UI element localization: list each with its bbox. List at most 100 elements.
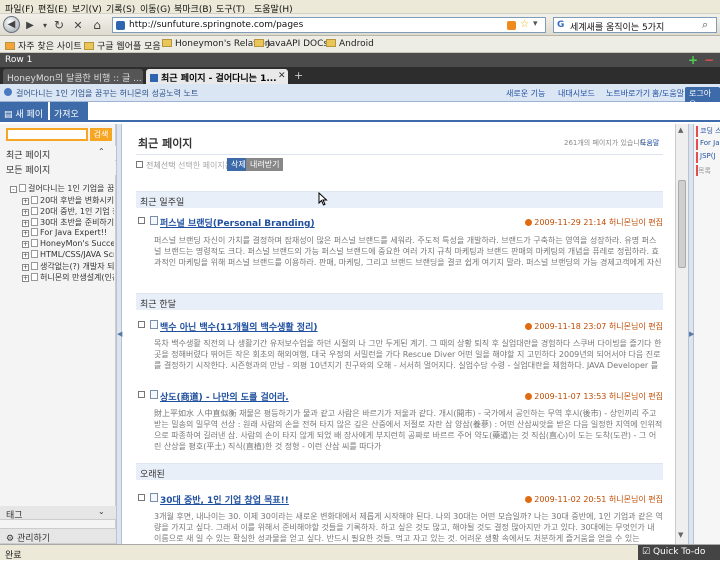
entry-title-link[interactable]: 퍼스널 브랜딩(Personal Branding) (160, 216, 315, 229)
left-collapse-bar[interactable]: ◀ (116, 124, 122, 544)
import-button[interactable]: 가져오기 (50, 102, 88, 133)
manage-link[interactable]: ⚙ 관리하기 (0, 528, 116, 544)
scroll-down-icon[interactable]: ▼ (678, 531, 683, 539)
expand-tree-icon[interactable]: + (22, 275, 29, 282)
entry-meta: 2009-11-18 23:07 허니몬님이 편집 (504, 321, 663, 332)
tab-honeymon-blog[interactable]: HoneyMon의 달콤한 비행 :: 글 ... (3, 69, 143, 84)
tree-item-label: 30대 초반을 준비하기 (40, 218, 114, 227)
scroll-up-icon[interactable]: ▲ (678, 126, 683, 134)
home-icon[interactable]: ⌂ (90, 18, 104, 32)
address-bar[interactable]: http://sunfuture.springnote.com/pages ☆ … (112, 17, 546, 33)
all-pages-header[interactable]: 모든 페이지 (0, 161, 116, 176)
close-tab-icon[interactable]: ✕ (278, 71, 286, 81)
reload-icon[interactable]: ↻ (52, 18, 66, 32)
rss-icon[interactable] (507, 21, 516, 30)
entry-checkbox[interactable] (138, 321, 145, 328)
right-list-item[interactable]: For Ja (696, 139, 720, 150)
back-arrow-icon[interactable]: ◀ (3, 16, 20, 33)
entry-title-link[interactable]: 상도(商道) - 나만의 도를 걸어라. (160, 390, 289, 403)
main-scrollbar[interactable]: ▲ ▼ (675, 124, 688, 544)
manage-label: 관리하기 (16, 534, 51, 544)
link-note-shortcut[interactable]: 노트바로가기 (606, 88, 650, 99)
link-new-features[interactable]: 새로운 기능 (506, 88, 545, 99)
folder-icon (84, 42, 94, 50)
tree-item[interactable]: + For Java Expert!! (22, 228, 114, 237)
select-all-label: 전체선택 (146, 161, 176, 170)
star-folder-icon (5, 42, 15, 50)
tree-item[interactable]: + 생각없는(?) 개발자 되기 (22, 261, 114, 272)
collapse-icon[interactable]: ⌃ (98, 147, 105, 156)
page-icon (31, 196, 38, 204)
entry-excerpt: 3개월 후면, 내나이는 30. 이제 30이라는 새로운 변화대에서 제롭게 … (154, 512, 663, 543)
bookmark-android[interactable]: Android (326, 39, 374, 49)
expand-tree-icon[interactable]: + (22, 230, 29, 237)
expand-tree-icon[interactable]: + (22, 198, 29, 205)
right-list-footer[interactable]: 목록 (698, 166, 711, 176)
remove-icon[interactable]: − (704, 53, 714, 67)
entry-title-link[interactable]: 백수 아닌 백수(11개월의 백수생활 정리) (160, 320, 318, 333)
new-page-button[interactable]: ▤ 새 페이지 (0, 102, 48, 133)
bookmark-most-visited[interactable]: 자주 찾은 사이트 (5, 39, 82, 52)
tags-label: 태그 (6, 511, 23, 521)
expand-tree-icon[interactable]: + (22, 252, 29, 259)
entry-meta-text: 2009-11-07 13:53 허니몬님이 편집 (534, 392, 663, 401)
tree-item[interactable]: +20대 중반, 1인 기업 창 (22, 206, 114, 217)
collapse-tree-icon[interactable]: - (10, 186, 17, 193)
section-header: 최근 일주일 (136, 191, 663, 208)
entry-checkbox[interactable] (138, 391, 145, 398)
sidebar-search-button[interactable]: 검색 (90, 128, 112, 141)
stop-icon[interactable]: ✕ (71, 18, 85, 32)
add-icon[interactable]: + (688, 53, 698, 67)
entry-excerpt: 財上平如水 人中直似衡 재물은 평등하기가 물과 같고 사람은 바르기가 저울과… (154, 409, 663, 451)
entry-checkbox[interactable] (138, 217, 145, 224)
link-home-help[interactable]: 홈/도움말 (652, 88, 684, 99)
right-list-item[interactable]: 코딩 스 (696, 126, 720, 137)
expand-tree-icon[interactable]: + (22, 264, 29, 271)
tree-item[interactable]: +20대 후반을 변화시키는 (22, 195, 114, 206)
tree-item-root[interactable]: - 걸어다니는 1인 기업을 꿈꾸 (10, 183, 114, 194)
row-label: Row 1 (5, 55, 33, 65)
bookmark-google-apps[interactable]: 구글 웹어플 모음 (84, 39, 161, 52)
status-text: 완료 (5, 551, 22, 561)
tab-recent-pages[interactable]: 최근 페이지 - 걸어다니는 1... (146, 69, 288, 84)
expand-tree-icon[interactable]: + (22, 209, 29, 216)
quick-todo-button[interactable]: ☑ Quick To-do (638, 545, 720, 560)
expand-tree-icon[interactable]: + (22, 220, 29, 227)
bookmark-star-icon[interactable]: ☆ (520, 19, 529, 30)
left-sidebar: 검색 최근 페이지 ⌃ 모든 페이지 - 걸어다니는 1인 기업을 꿈꾸 +20대… (0, 124, 116, 544)
site-favicon-icon (150, 74, 158, 82)
new-tab-icon[interactable]: + (294, 69, 303, 82)
search-input[interactable]: 세계새를 움직이는 5가지 (570, 20, 664, 33)
entry-checkbox[interactable] (138, 494, 145, 501)
dropdown-icon[interactable]: ▾ (38, 18, 52, 32)
gear-icon: ⚙ (6, 534, 15, 544)
search-bar[interactable]: G 세계새를 움직이는 5가지 ⌕ (553, 17, 717, 33)
tree-item-label: HoneyMon's Success (40, 239, 114, 248)
expand-icon[interactable]: ⌄ (98, 507, 105, 516)
entry-title-link[interactable]: 30대 중반, 1인 기업 창업 목표!! (160, 493, 289, 506)
search-engine-icon[interactable]: G (557, 20, 564, 30)
entry-meta: 2009-11-07 13:53 허니몬님이 편집 (504, 391, 663, 402)
scrollbar-thumb[interactable] (678, 180, 686, 268)
url-dropdown-icon[interactable]: ▾ (533, 19, 538, 29)
tree-item[interactable]: + HTML/CSS/JAVA Scr (22, 250, 114, 259)
right-list-item[interactable]: JSP(J (696, 152, 720, 163)
link-dashboard[interactable]: 내대시보드 (558, 88, 595, 99)
forward-arrow-icon[interactable]: ▶ (23, 18, 37, 32)
folder-icon (326, 39, 336, 47)
search-magnifier-icon[interactable]: ⌕ (702, 18, 708, 32)
tree-item-label: For Java Expert!! (40, 228, 108, 237)
tree-item[interactable]: +30대 초반을 준비하기 (22, 217, 114, 228)
sidebar-search-input[interactable] (6, 128, 88, 141)
expand-tree-icon[interactable]: + (22, 241, 29, 248)
tree-item[interactable]: + 허니몬의 만생설계(인간 (22, 272, 114, 283)
export-button[interactable]: 내려받기 (246, 158, 284, 171)
collapse-left-icon: ◀ (117, 330, 123, 338)
help-link[interactable]: 도움말 (640, 138, 659, 148)
recent-pages-link[interactable]: 최근 페이지 ⌃ (0, 146, 116, 161)
tree-item[interactable]: + HoneyMon's Success (22, 239, 114, 248)
select-all-checkbox[interactable] (136, 161, 143, 168)
bookmark-javaapi-docs[interactable]: JavaAPI DOCs (254, 39, 328, 49)
divider (136, 154, 663, 155)
tags-header[interactable]: 태그 ⌄ (0, 506, 116, 521)
